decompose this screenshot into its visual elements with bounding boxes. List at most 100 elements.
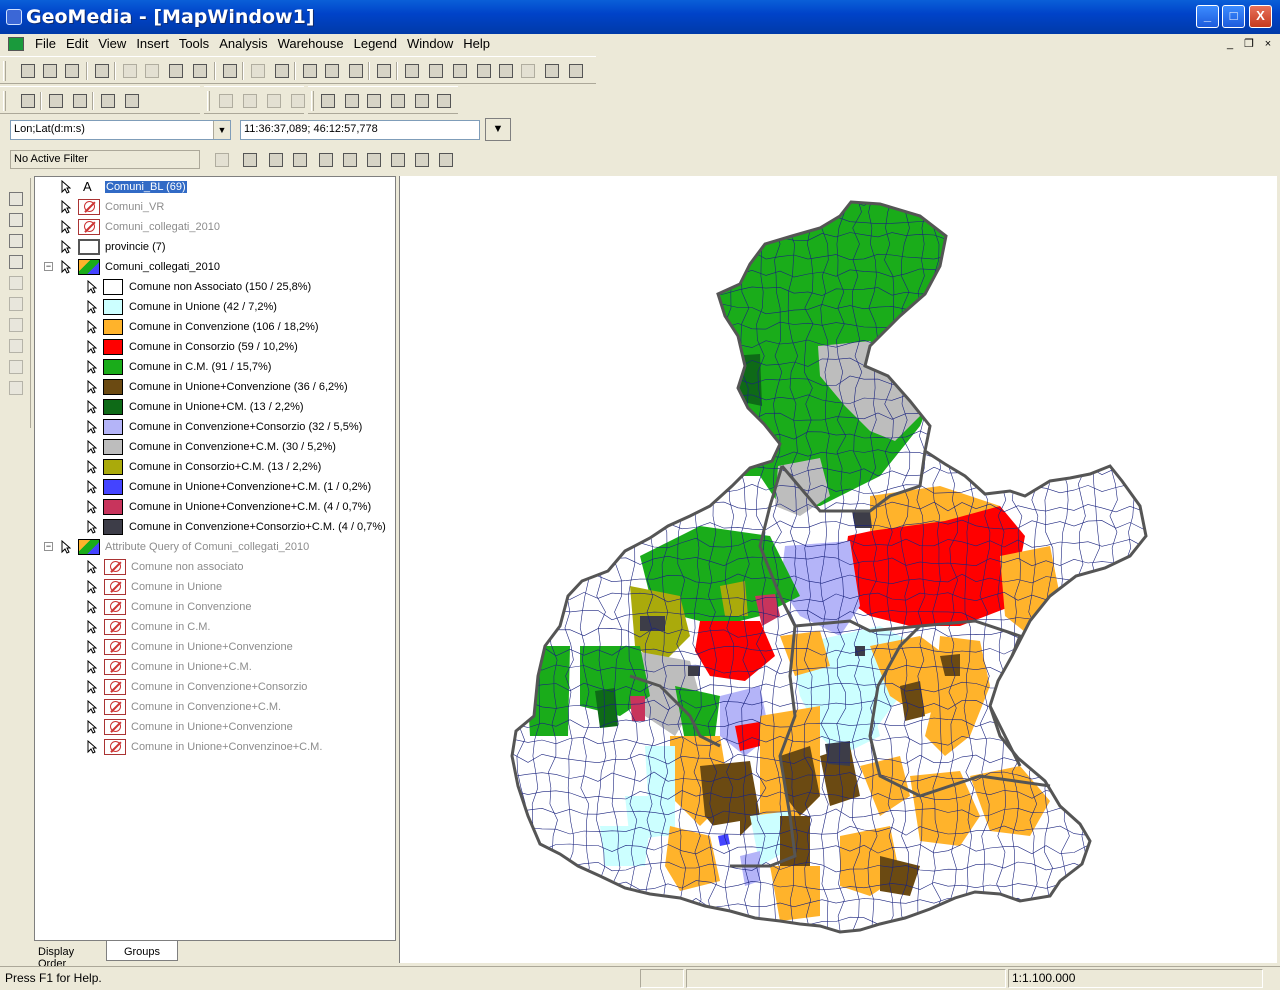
query-class-entry[interactable]: Comune in Convenzione bbox=[87, 597, 251, 617]
locatable-arrow-icon[interactable] bbox=[87, 460, 97, 474]
legend-entry[interactable]: Comuni_collegati_2010 bbox=[61, 217, 220, 237]
thematic-class-entry[interactable]: Comune in Convenzione+Consorzio (32 / 5,… bbox=[87, 417, 362, 437]
query-class-entry[interactable]: Comune in Unione bbox=[87, 577, 222, 597]
paste-icon[interactable] bbox=[166, 61, 186, 81]
maximize-button[interactable]: □ bbox=[1222, 5, 1245, 28]
thematic-class-entry[interactable]: Comune in Unione+Convenzione (36 / 6,2%) bbox=[87, 377, 348, 397]
locatable-arrow-icon[interactable] bbox=[87, 620, 97, 634]
coordinate-dropdown-button[interactable]: ▼ bbox=[485, 118, 511, 141]
query-class-entry[interactable]: Comune in Unione+C.M. bbox=[87, 657, 252, 677]
query-class-entry[interactable]: Comune non associato bbox=[87, 557, 244, 577]
select-layer-icon[interactable] bbox=[70, 91, 90, 111]
coordinate-readout-field[interactable]: 11:36:37,089; 46:12:57,778 bbox=[240, 120, 480, 140]
thematic-class-entry[interactable]: Comune in Convenzione+C.M. (30 / 5,2%) bbox=[87, 437, 336, 457]
legend-entry[interactable]: Comuni_collegati_2010 bbox=[61, 257, 220, 277]
thematic-class-entry[interactable]: Comune in C.M. (91 / 15,7%) bbox=[87, 357, 271, 377]
locatable-arrow-icon[interactable] bbox=[87, 680, 97, 694]
zoom-in-icon[interactable] bbox=[402, 61, 422, 81]
thematic-class-entry[interactable]: Comune non Associato (150 / 25,8%) bbox=[87, 277, 311, 297]
menu-view[interactable]: View bbox=[93, 36, 131, 52]
thematic-class-entry[interactable]: Comune in Unione+Convenzione+C.M. (4 / 0… bbox=[87, 497, 371, 517]
map-canvas[interactable] bbox=[400, 176, 1278, 963]
previous-view-icon[interactable] bbox=[474, 61, 494, 81]
columns-icon[interactable] bbox=[240, 91, 260, 111]
locatable-arrow-icon[interactable] bbox=[87, 480, 97, 494]
legend-entry-query[interactable]: Attribute Query of Comuni_collegati_2010 bbox=[61, 537, 309, 557]
toolbar-grip[interactable] bbox=[3, 91, 6, 111]
locatable-arrow-icon[interactable] bbox=[87, 400, 97, 414]
locatable-arrow-icon[interactable] bbox=[87, 640, 97, 654]
tab-display-order[interactable]: Display Order bbox=[34, 941, 104, 970]
collapse-icon[interactable]: − bbox=[44, 262, 53, 271]
polygon-select-icon[interactable] bbox=[122, 91, 142, 111]
insert-label-icon[interactable] bbox=[388, 91, 408, 111]
locatable-arrow-icon[interactable] bbox=[87, 320, 97, 334]
locatable-arrow-icon[interactable] bbox=[61, 540, 71, 554]
locatable-arrow-icon[interactable] bbox=[61, 220, 71, 234]
active-filter-box[interactable]: No Active Filter bbox=[10, 150, 200, 169]
locatable-arrow-icon[interactable] bbox=[61, 200, 71, 214]
query-class-entry[interactable]: Comune in Convenzione+C.M. bbox=[87, 697, 281, 717]
thematic-class-entry[interactable]: Comune in Convenzione (106 / 18,2%) bbox=[87, 317, 319, 337]
filter-globe-icon[interactable] bbox=[290, 150, 310, 170]
locatable-arrow-icon[interactable] bbox=[87, 700, 97, 714]
filter-add-icon[interactable] bbox=[240, 150, 260, 170]
query-icon[interactable] bbox=[322, 61, 342, 81]
toolbar-grip[interactable] bbox=[3, 61, 6, 81]
move-icon[interactable] bbox=[9, 339, 25, 355]
copy-icon[interactable] bbox=[142, 61, 162, 81]
toolbar-grip[interactable] bbox=[207, 91, 210, 111]
insert-text-a-icon[interactable] bbox=[434, 91, 454, 111]
text-icon[interactable] bbox=[9, 213, 25, 229]
filter-icon[interactable] bbox=[264, 91, 284, 111]
query-class-entry[interactable]: Comune in Unione+Convenzione bbox=[87, 717, 293, 737]
insert-image-icon[interactable] bbox=[412, 91, 432, 111]
locatable-arrow-icon[interactable] bbox=[87, 520, 97, 534]
overview-icon[interactable] bbox=[518, 61, 538, 81]
delete-icon[interactable] bbox=[9, 381, 25, 397]
thematic-class-entry[interactable]: Comune in Consorzio+C.M. (13 / 2,2%) bbox=[87, 457, 321, 477]
thematic-class-entry[interactable]: Comune in Unione (42 / 7,2%) bbox=[87, 297, 277, 317]
sort-icon[interactable] bbox=[288, 91, 308, 111]
locatable-arrow-icon[interactable] bbox=[87, 300, 97, 314]
locatable-arrow-icon[interactable] bbox=[87, 580, 97, 594]
cut-icon[interactable] bbox=[120, 61, 140, 81]
mdi-close-button[interactable]: × bbox=[1260, 37, 1276, 51]
minimize-button[interactable]: _ bbox=[1196, 5, 1219, 28]
properties-icon[interactable] bbox=[300, 61, 320, 81]
locatable-arrow-icon[interactable] bbox=[87, 720, 97, 734]
zoom-out-icon[interactable] bbox=[426, 61, 446, 81]
map-window-icon[interactable] bbox=[8, 37, 24, 51]
locatable-arrow-icon[interactable] bbox=[61, 180, 71, 194]
open-geoworkspace-icon[interactable] bbox=[40, 61, 60, 81]
print-icon[interactable] bbox=[92, 61, 112, 81]
thematic-class-entry[interactable]: Comune in Unione+CM. (13 / 2,2%) bbox=[87, 397, 304, 417]
locatable-arrow-icon[interactable] bbox=[87, 280, 97, 294]
collapse-icon[interactable]: − bbox=[44, 542, 53, 551]
filter-layer-icon[interactable] bbox=[316, 150, 336, 170]
locatable-arrow-icon[interactable] bbox=[61, 240, 71, 254]
query-class-entry[interactable]: Comune in C.M. bbox=[87, 617, 210, 637]
locatable-arrow-icon[interactable] bbox=[87, 360, 97, 374]
insert-point-icon[interactable] bbox=[342, 91, 362, 111]
refresh-icon[interactable] bbox=[248, 61, 268, 81]
query-class-entry[interactable]: Comune in Convenzione+Consorzio bbox=[87, 677, 307, 697]
legend-entry[interactable]: Comuni_VR bbox=[61, 197, 164, 217]
new-geoworkspace-icon[interactable] bbox=[18, 61, 38, 81]
insert-feature-icon[interactable] bbox=[318, 91, 338, 111]
select-set-icon[interactable] bbox=[46, 91, 66, 111]
filter-clear-icon[interactable] bbox=[436, 150, 456, 170]
filter-type-icon[interactable] bbox=[212, 150, 232, 170]
menu-help[interactable]: Help bbox=[458, 36, 495, 52]
title-bar[interactable]: GeoMedia - [MapWindow1] _ □ X bbox=[0, 0, 1280, 34]
mdi-restore-button[interactable]: ❐ bbox=[1241, 37, 1257, 51]
thematic-class-entry[interactable]: Comune in Unione+Convenzione+C.M. (1 / 0… bbox=[87, 477, 371, 497]
split-icon[interactable] bbox=[9, 297, 25, 313]
data-window-icon[interactable] bbox=[374, 61, 394, 81]
filter-rect-icon[interactable] bbox=[364, 150, 384, 170]
locatable-arrow-icon[interactable] bbox=[87, 560, 97, 574]
edit-arrow-icon[interactable] bbox=[9, 192, 25, 208]
locatable-arrow-icon[interactable] bbox=[87, 740, 97, 754]
app-globe-icon[interactable] bbox=[6, 9, 22, 25]
snapshot-icon[interactable] bbox=[190, 61, 210, 81]
